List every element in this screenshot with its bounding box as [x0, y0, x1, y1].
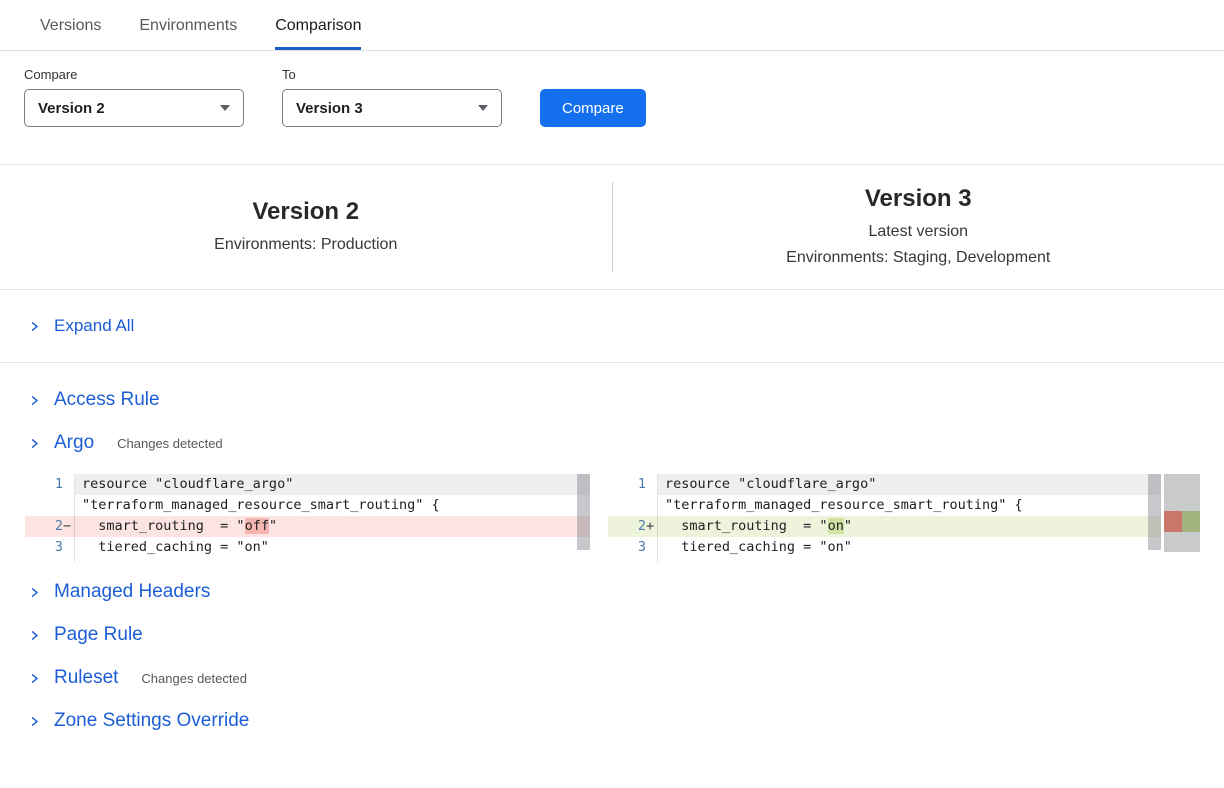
- code-line: 3 tiered_caching = "on": [25, 537, 590, 558]
- version-header-right: Version 3 Latest version Environments: S…: [613, 184, 1224, 270]
- code-text: "terraform_managed_resource_smart_routin…: [74, 495, 590, 516]
- to-field: To Version 3: [282, 67, 502, 127]
- diff-overview-ruler: [1164, 474, 1200, 552]
- chevron-right-icon: [28, 394, 41, 407]
- line-number: 2: [608, 516, 646, 537]
- section-label: Access Rule: [54, 389, 160, 411]
- compare-version-select[interactable]: Version 2: [24, 89, 244, 127]
- chevron-right-icon: [28, 672, 41, 685]
- compare-button[interactable]: Compare: [540, 89, 646, 127]
- chevron-right-icon: [28, 437, 41, 450]
- section-zone-settings-override[interactable]: Zone Settings Override: [28, 710, 1224, 732]
- tab-versions[interactable]: Versions: [40, 17, 101, 50]
- code-text: }: [74, 558, 590, 562]
- line-number: [25, 495, 63, 516]
- deleted-change-indicator: [1164, 511, 1182, 532]
- added-change-indicator: [1182, 511, 1200, 532]
- code-line-wrap: "terraform_managed_resource_smart_routin…: [25, 495, 590, 516]
- to-version-select[interactable]: Version 3: [282, 89, 502, 127]
- section-label: Ruleset: [54, 667, 118, 689]
- section-label: Page Rule: [54, 624, 143, 646]
- code-line-clipped: }: [608, 558, 1161, 562]
- to-field-label: To: [282, 67, 502, 82]
- scrollbar-thumb[interactable]: [577, 474, 590, 550]
- tab-environments[interactable]: Environments: [139, 17, 237, 50]
- tab-comparison[interactable]: Comparison: [275, 17, 361, 50]
- compare-field: Compare Version 2: [24, 67, 244, 127]
- compare-form: Compare Version 2 To Version 3 Compare: [24, 67, 1200, 127]
- addition-marker: +: [646, 516, 657, 537]
- chevron-down-icon: [220, 105, 230, 111]
- line-number: [608, 558, 646, 562]
- divider: [0, 362, 1224, 363]
- code-text: tiered_caching = "on": [657, 537, 1161, 558]
- code-text: }: [657, 558, 1161, 562]
- version-headers: Version 2 Environments: Production Versi…: [0, 165, 1224, 289]
- line-number: [25, 558, 63, 562]
- section-ruleset[interactable]: Ruleset Changes detected: [28, 667, 1224, 689]
- chevron-right-icon: [28, 629, 41, 642]
- code-line: 1 resource "cloudflare_argo": [25, 474, 590, 495]
- code-text: tiered_caching = "on": [74, 537, 590, 558]
- tab-bar: Versions Environments Comparison: [0, 0, 1224, 51]
- section-page-rule[interactable]: Page Rule: [28, 624, 1224, 646]
- section-label: Argo: [54, 432, 94, 454]
- section-argo[interactable]: Argo Changes detected: [28, 432, 1224, 454]
- section-access-rule[interactable]: Access Rule: [28, 389, 1224, 411]
- compare-version-value: Version 2: [38, 100, 105, 117]
- diff-pane-right: 1 resource "cloudflare_argo" "terraform_m…: [608, 474, 1161, 562]
- section-label: Zone Settings Override: [54, 710, 249, 732]
- line-number: 3: [608, 537, 646, 558]
- deleted-word-highlight: off: [245, 518, 269, 534]
- code-text: smart_routing = "on": [657, 516, 1161, 537]
- line-number: 2: [25, 516, 63, 537]
- code-line-wrap: "terraform_managed_resource_smart_routin…: [608, 495, 1161, 516]
- code-line-added: 2+ smart_routing = "on": [608, 516, 1161, 537]
- chevron-right-icon: [28, 586, 41, 599]
- code-line: 1 resource "cloudflare_argo": [608, 474, 1161, 495]
- right-version-title: Version 3: [613, 184, 1224, 214]
- line-number: 1: [608, 474, 646, 495]
- chevron-right-icon: [28, 320, 41, 333]
- changes-detected-badge: Changes detected: [141, 671, 247, 686]
- code-text: smart_routing = "off": [74, 516, 590, 537]
- line-number: 3: [25, 537, 63, 558]
- line-marker: [646, 474, 657, 495]
- diff-pane-left: 1 resource "cloudflare_argo" "terraform_m…: [25, 474, 590, 562]
- line-marker: [646, 495, 657, 516]
- section-managed-headers[interactable]: Managed Headers: [28, 581, 1224, 603]
- code-text: resource "cloudflare_argo": [74, 474, 590, 495]
- code-line-deleted: 2− smart_routing = "off": [25, 516, 590, 537]
- line-marker: [63, 558, 74, 562]
- code-line-clipped: }: [25, 558, 590, 562]
- chevron-down-icon: [478, 105, 488, 111]
- argo-diff: 1 resource "cloudflare_argo" "terraform_m…: [25, 474, 1224, 562]
- line-marker: [63, 537, 74, 558]
- expand-all-label: Expand All: [54, 316, 134, 336]
- diff-change-marker: [1164, 511, 1200, 532]
- line-marker: [63, 474, 74, 495]
- line-marker: [646, 537, 657, 558]
- changes-detected-badge: Changes detected: [117, 436, 223, 451]
- right-version-subtitle: Latest version: [613, 220, 1224, 244]
- line-number: [608, 495, 646, 516]
- line-marker: [63, 495, 74, 516]
- scrollbar-thumb[interactable]: [1148, 474, 1161, 550]
- added-word-highlight: on: [828, 518, 844, 534]
- code-line: 3 tiered_caching = "on": [608, 537, 1161, 558]
- line-number: 1: [25, 474, 63, 495]
- section-label: Managed Headers: [54, 581, 210, 603]
- line-marker: [646, 558, 657, 562]
- to-version-value: Version 3: [296, 100, 363, 117]
- left-version-environments: Environments: Production: [0, 233, 612, 257]
- code-text: resource "cloudflare_argo": [657, 474, 1161, 495]
- left-version-title: Version 2: [0, 197, 612, 227]
- chevron-right-icon: [28, 715, 41, 728]
- compare-field-label: Compare: [24, 67, 244, 82]
- right-version-environments: Environments: Staging, Development: [613, 246, 1224, 270]
- code-text: "terraform_managed_resource_smart_routin…: [657, 495, 1161, 516]
- deletion-marker: −: [63, 516, 74, 537]
- version-header-left: Version 2 Environments: Production: [0, 197, 612, 257]
- expand-all-row[interactable]: Expand All: [0, 290, 1224, 362]
